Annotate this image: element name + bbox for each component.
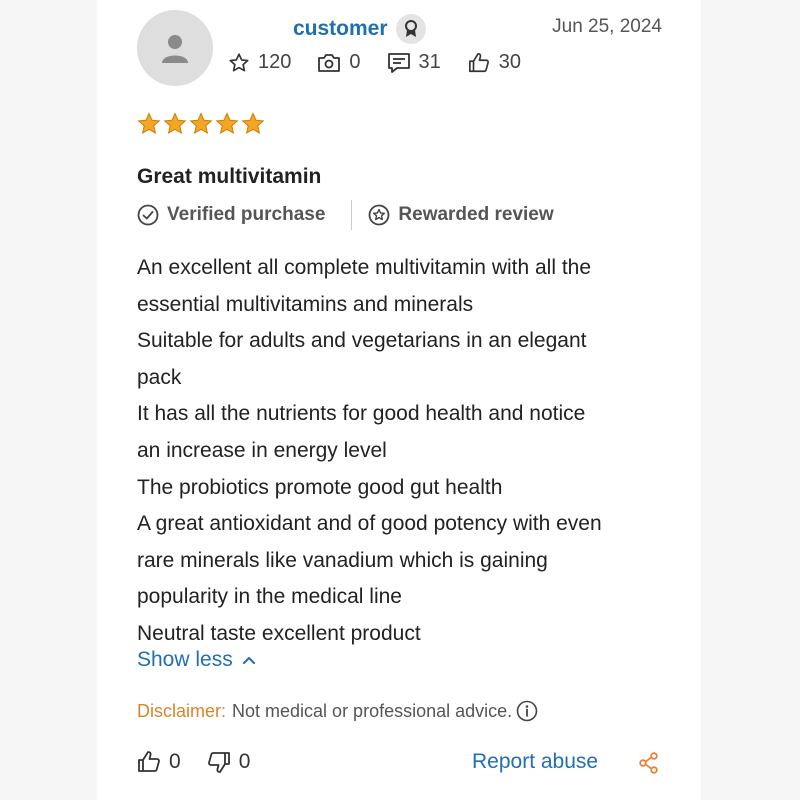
report-abuse-link[interactable]: Report abuse [472,750,598,774]
badge-divider [351,200,353,230]
review-body-line: It has all the nutrients for good health… [137,402,586,426]
verified-purchase-badge: Verified purchase [137,204,325,226]
helpful-count: 0 [169,750,181,773]
award-badge-icon[interactable] [395,14,426,44]
show-less-link[interactable]: Show less [137,648,257,672]
points-count: 120 [258,51,292,73]
comments-stat: 31 [387,51,441,74]
thumbs-up-icon [468,52,489,72]
vote-controls: 0 0 [137,750,250,774]
disclaimer: Disclaimer: Not medical or professional … [137,700,538,722]
disclaimer-text: Not medical or professional advice. [232,700,513,721]
likes-count: 30 [498,51,521,73]
likes-stat: 30 [467,51,521,74]
camera-icon [318,53,341,72]
review-badges: Verified purchase Rewarded review [137,200,554,230]
review-body-line: essential multivitamins and minerals [137,292,474,316]
review-body-line: Suitable for adults and vegetarians in a… [137,329,587,353]
comment-icon [387,52,410,73]
star-icon [163,112,187,135]
star-circle-icon [369,204,390,226]
star-icon [137,112,161,135]
reviewer-name-row: customer [293,14,426,44]
review-date: Jun 25, 2024 [552,16,662,37]
thumbs-up-icon [138,751,160,772]
review-title: Great multivitamin [137,165,322,188]
show-less-label[interactable]: Show less [137,648,233,672]
chevron-up-icon [242,657,255,664]
info-icon[interactable] [516,700,538,722]
review-body-line: A great antioxidant and of good potency … [137,512,602,536]
review-body-line: pack [137,365,182,389]
user-silhouette-icon [162,35,188,63]
review-body-line: The probiotics promote good gut health [137,475,503,499]
star-icon [215,112,239,135]
rewarded-review-label: Rewarded review [398,204,554,225]
helpful-button[interactable]: 0 [137,750,181,774]
check-circle-icon [137,204,159,226]
comments-count: 31 [418,51,441,73]
share-button[interactable] [638,751,660,780]
review-body-line: an increase in energy level [137,438,387,462]
rewarded-review-badge: Rewarded review [368,204,554,226]
photos-count: 0 [349,51,361,73]
unhelpful-button[interactable]: 0 [207,750,251,774]
review-body-line: popularity in the medical line [137,585,402,609]
photos-stat: 0 [317,51,361,74]
share-icon [639,752,658,774]
review-body: An excellent all complete multivitamin w… [137,250,677,653]
thumbs-down-icon [207,752,230,773]
points-stat: 120 [228,51,291,74]
star-outline-icon [229,52,249,72]
star-icon [189,112,213,135]
disclaimer-label: Disclaimer: [137,700,227,721]
star-rating [137,112,265,136]
avatar[interactable] [137,10,213,86]
review-body-line: rare minerals like vanadium which is gai… [137,548,548,572]
review-body-line: An excellent all complete multivitamin w… [137,256,592,279]
reviewer-stats: 120 0 31 30 [228,51,521,74]
reviewer-name[interactable]: customer [293,17,388,41]
star-icon [241,112,265,135]
unhelpful-count: 0 [238,750,251,773]
verified-purchase-label: Verified purchase [167,204,326,225]
